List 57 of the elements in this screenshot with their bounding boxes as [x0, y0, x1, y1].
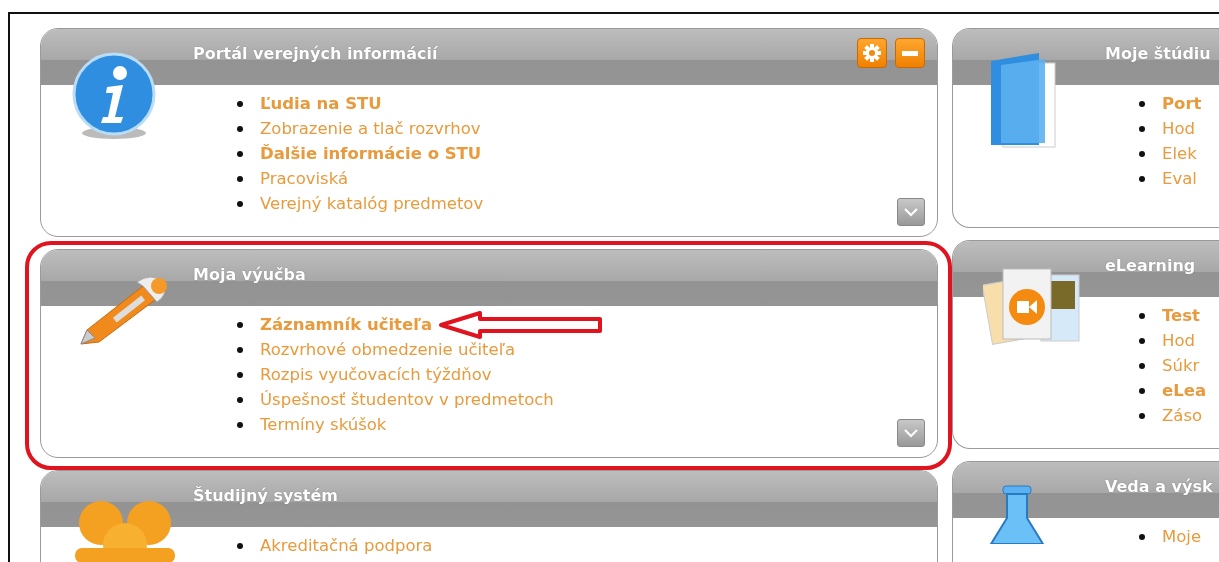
expand-button[interactable]	[897, 419, 925, 447]
card-title: Veda a výsk	[1105, 476, 1214, 496]
bullet	[237, 150, 243, 157]
bullet	[1139, 175, 1145, 182]
menu-link[interactable]: Pracoviská	[260, 169, 349, 188]
card-title: eLearning	[1105, 255, 1197, 275]
bullet	[237, 100, 243, 107]
menu-link[interactable]: Eval	[1162, 169, 1197, 188]
bullet	[237, 371, 243, 378]
bullet	[1139, 337, 1145, 344]
menu-link[interactable]: Rozvrhové obmedzenie učiteľa	[260, 340, 515, 359]
menu-link[interactable]: Hod	[1162, 331, 1195, 350]
bullet	[237, 175, 243, 182]
menu-link[interactable]: Verejný katalóg predmetov	[260, 194, 484, 213]
bullet	[237, 321, 243, 328]
gear-icon	[862, 43, 882, 63]
bullet	[237, 125, 243, 132]
bullet	[1139, 362, 1145, 369]
info-icon	[71, 51, 157, 141]
menu-link[interactable]: Ľudia na STU	[260, 94, 382, 113]
bullet	[1139, 312, 1145, 319]
menu-link[interactable]: Rozpis vyučovacích týždňov	[260, 365, 492, 384]
bullet	[1139, 100, 1145, 107]
menu-link[interactable]: Port	[1162, 94, 1202, 113]
bullet	[237, 200, 243, 207]
bullet	[1139, 533, 1145, 540]
menu-link[interactable]: Akreditačná podpora	[260, 536, 433, 555]
card-title: Moje štúdiu	[1105, 43, 1212, 63]
settings-button[interactable]	[857, 38, 887, 68]
bullet	[1139, 150, 1145, 157]
menu-link[interactable]: Hod	[1162, 119, 1195, 138]
bullet	[237, 542, 243, 549]
menu-link[interactable]: Záznamník učiteľa	[260, 315, 433, 334]
expand-button[interactable]	[897, 198, 925, 226]
menu-link[interactable]: eLea	[1162, 381, 1207, 400]
menu-link[interactable]: Moje	[1162, 527, 1202, 546]
bullet	[237, 421, 243, 428]
menu-link[interactable]: Záso	[1162, 406, 1203, 425]
menu-link[interactable]: Elek	[1162, 144, 1197, 163]
minimize-button[interactable]	[895, 38, 925, 68]
menu-link[interactable]: Súkr	[1162, 356, 1200, 375]
menu-link[interactable]: Ďalšie informácie o STU	[260, 144, 482, 163]
bullet	[1139, 125, 1145, 132]
bullet	[1139, 387, 1145, 394]
card-title: Študijný systém	[193, 485, 340, 505]
chevron-down-icon	[903, 428, 919, 438]
menu-link[interactable]: Test	[1162, 306, 1200, 325]
menu-link[interactable]: Zobrazenie a tlač rozvrhov	[260, 119, 481, 138]
bullet	[237, 396, 243, 403]
menu-link[interactable]: Úspešnosť študentov v predmetoch	[260, 390, 554, 409]
card-title: Moja výučba	[193, 264, 307, 284]
menu-link[interactable]: Termíny skúšok	[260, 415, 387, 434]
minus-icon	[902, 50, 918, 56]
card-title: Portál verejných informácií	[193, 43, 439, 63]
chevron-down-icon	[903, 207, 919, 217]
bullet	[1139, 412, 1145, 419]
bullet	[237, 346, 243, 353]
